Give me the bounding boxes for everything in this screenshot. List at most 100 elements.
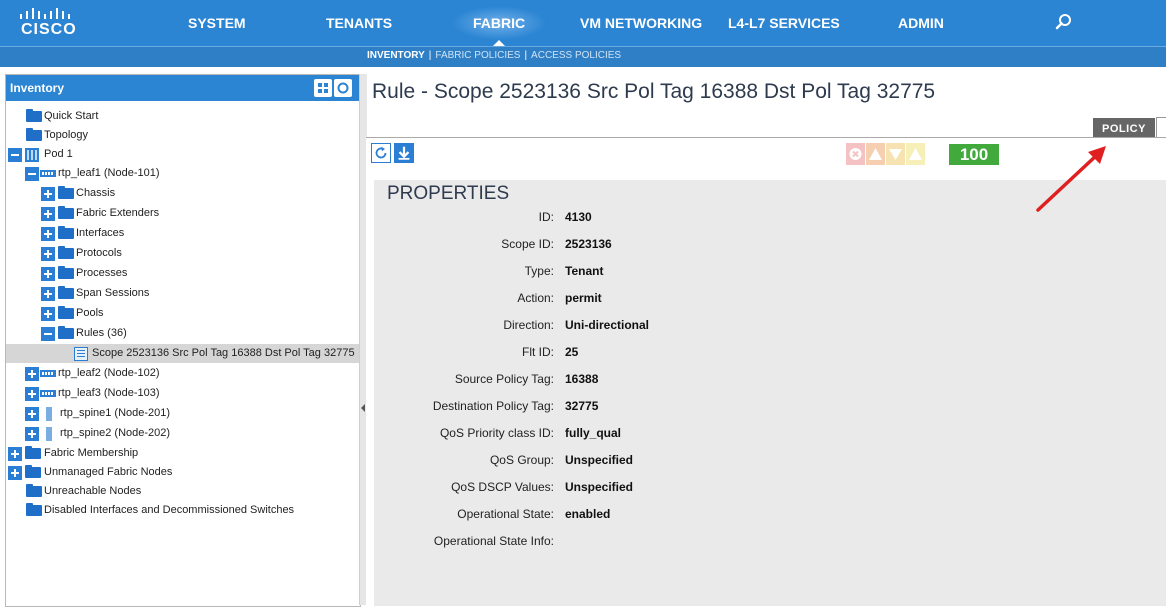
leaf-switch-icon	[40, 170, 56, 177]
folder-icon	[58, 186, 74, 199]
expand-icon[interactable]	[41, 207, 55, 221]
expand-icon[interactable]	[25, 427, 39, 441]
minor-fault-icon[interactable]	[886, 143, 905, 165]
property-row-source-policy-tag: Source Policy Tag: 16388	[454, 372, 599, 386]
inventory-panel: Inventory Quick Start Topology Pod 1 rtp…	[5, 74, 361, 607]
tree-item-unreachable-nodes[interactable]: Unreachable Nodes	[6, 482, 360, 501]
subnav-separator: |	[428, 50, 432, 61]
folder-icon	[25, 446, 41, 459]
cisco-bars-icon	[20, 8, 70, 19]
folder-icon	[58, 326, 74, 339]
expand-icon[interactable]	[8, 466, 22, 480]
expand-icon[interactable]	[41, 247, 55, 261]
refresh-tree-icon[interactable]	[334, 79, 352, 97]
expand-icon[interactable]	[8, 447, 22, 461]
expand-icon[interactable]	[41, 287, 55, 301]
tree-item-rtp-leaf3[interactable]: rtp_leaf3 (Node-103)	[6, 384, 360, 403]
folder-icon	[26, 503, 42, 516]
tree-item-disabled-interfaces[interactable]: Disabled Interfaces and Decommissioned S…	[6, 501, 360, 520]
expand-icon[interactable]	[41, 307, 55, 321]
property-row-action: Action: permit	[517, 291, 602, 305]
download-icon[interactable]	[394, 143, 414, 163]
nav-tab-admin[interactable]: ADMIN	[898, 0, 944, 46]
logo-wordmark: CISCO	[21, 21, 77, 38]
tree-item-topology[interactable]: Topology	[6, 126, 360, 145]
collapse-icon[interactable]	[25, 167, 39, 181]
tab-policy[interactable]: POLICY	[1093, 118, 1155, 138]
property-row-qos-priority-class-id: QoS Priority class ID: fully_qual	[439, 426, 622, 440]
sub-navigation-bar: INVENTORY | FABRIC POLICIES | ACCESS POLICIE…	[0, 46, 1166, 67]
folder-icon	[58, 266, 74, 279]
expand-tree-icon[interactable]	[314, 79, 332, 97]
subnav-inventory[interactable]: INVENTORY	[367, 50, 425, 61]
expand-icon[interactable]	[41, 267, 55, 281]
tree-item-protocols[interactable]: Protocols	[6, 244, 360, 263]
property-row-qos-group: QoS Group: Unspecified	[489, 453, 634, 467]
tree-item-processes[interactable]: Processes	[6, 264, 360, 283]
search-icon[interactable]	[1054, 12, 1074, 32]
property-row-operational-state-info: Operational State Info:	[433, 534, 554, 548]
properties-panel: PROPERTIES ID: 4130 Scope ID: 2523136 Ty…	[374, 180, 1166, 606]
property-row-flt-id: Flt ID: 25	[522, 345, 579, 359]
property-row-type: Type: Tenant	[524, 264, 604, 278]
tab-next[interactable]	[1156, 117, 1166, 139]
tree-item-rtp-spine1[interactable]: rtp_spine1 (Node-201)	[6, 404, 360, 423]
pod-icon	[25, 148, 39, 162]
tree-item-rtp-leaf1[interactable]: rtp_leaf1 (Node-101)	[6, 164, 360, 183]
folder-icon	[26, 109, 42, 122]
collapse-panel-arrow-icon[interactable]	[361, 404, 365, 412]
nav-tab-system[interactable]: SYSTEM	[188, 0, 246, 46]
leaf-switch-icon	[40, 390, 56, 397]
nav-tab-fabric[interactable]: FABRIC	[450, 0, 548, 46]
expand-icon[interactable]	[25, 387, 39, 401]
page-title: Rule - Scope 2523136 Src Pol Tag 16388 D…	[372, 80, 936, 103]
expand-icon[interactable]	[25, 407, 39, 421]
health-score-badge[interactable]: 100	[949, 144, 999, 165]
tree-item-rtp-spine2[interactable]: rtp_spine2 (Node-202)	[6, 424, 360, 443]
critical-fault-icon[interactable]	[846, 143, 865, 165]
warning-fault-icon[interactable]	[906, 143, 925, 165]
inventory-panel-header: Inventory	[6, 75, 360, 101]
property-row-scope-id: Scope ID: 2523136	[501, 237, 612, 251]
subnav-access-policies[interactable]: ACCESS POLICIES	[531, 50, 621, 61]
refresh-icon[interactable]	[371, 143, 391, 163]
tree-item-quick-start[interactable]: Quick Start	[6, 107, 360, 126]
inventory-panel-title: Inventory	[10, 81, 65, 95]
nav-tab-vm-networking[interactable]: VM NETWORKING	[580, 0, 702, 46]
annotation-arrow-icon	[1036, 146, 1106, 212]
folder-icon	[26, 128, 42, 141]
subnav-fabric-policies[interactable]: FABRIC POLICIES	[435, 50, 520, 61]
property-row-qos-dscp-values: QoS DSCP Values: Unspecified	[451, 480, 634, 494]
properties-title: PROPERTIES	[387, 183, 510, 204]
tree-item-unmanaged-fabric-nodes[interactable]: Unmanaged Fabric Nodes	[6, 463, 360, 482]
tree-item-fabric-membership[interactable]: Fabric Membership	[6, 444, 360, 463]
collapse-icon[interactable]	[8, 148, 22, 162]
collapse-icon[interactable]	[41, 327, 55, 341]
spine-switch-icon	[46, 427, 52, 441]
tree-item-chassis[interactable]: Chassis	[6, 184, 360, 203]
nav-tab-tenants[interactable]: TENANTS	[326, 0, 392, 46]
tree-item-pod-1[interactable]: Pod 1	[6, 145, 360, 164]
folder-icon	[58, 286, 74, 299]
property-row-operational-state: Operational State: enabled	[457, 507, 611, 521]
top-navigation-bar: CISCO SYSTEM TENANTS FABRIC VM NETWORKIN…	[0, 0, 1166, 46]
spine-switch-icon	[46, 407, 52, 421]
tree-item-rtp-leaf2[interactable]: rtp_leaf2 (Node-102)	[6, 364, 360, 383]
tree-item-interfaces[interactable]: Interfaces	[6, 224, 360, 243]
cisco-logo[interactable]: CISCO	[20, 8, 90, 40]
subnav-separator: |	[524, 50, 528, 61]
expand-icon[interactable]	[41, 227, 55, 241]
folder-icon	[26, 484, 42, 497]
major-fault-icon[interactable]	[866, 143, 885, 165]
expand-icon[interactable]	[41, 187, 55, 201]
folder-icon	[58, 306, 74, 319]
expand-icon[interactable]	[25, 367, 39, 381]
tree-item-rules[interactable]: Rules (36)	[6, 324, 360, 343]
tree-item-selected-rule[interactable]: Scope 2523136 Src Pol Tag 16388 Dst Pol …	[6, 344, 360, 363]
leaf-switch-icon	[40, 370, 56, 377]
tree-item-fabric-extenders[interactable]: Fabric Extenders	[6, 204, 360, 223]
tree-item-span-sessions[interactable]: Span Sessions	[6, 284, 360, 303]
property-row-destination-policy-tag: Destination Policy Tag: 32775	[432, 399, 599, 413]
tree-item-pools[interactable]: Pools	[6, 304, 360, 323]
nav-tab-l4-l7-services[interactable]: L4-L7 SERVICES	[728, 0, 840, 46]
